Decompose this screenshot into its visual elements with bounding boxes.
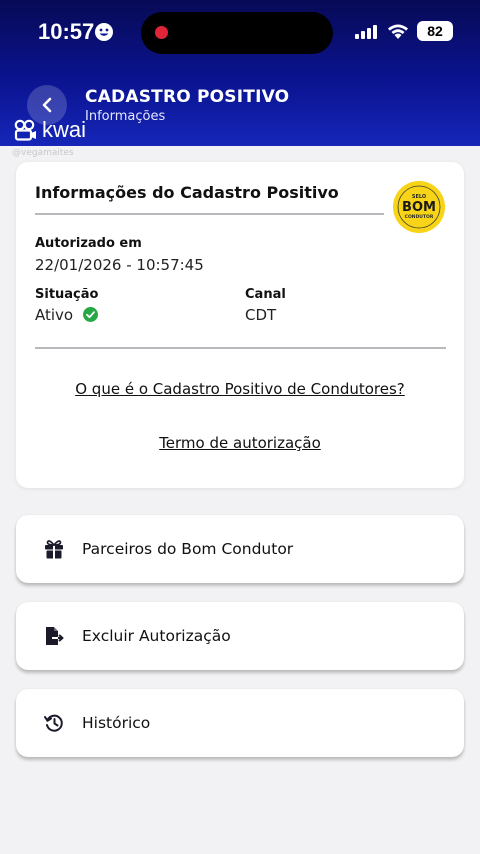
status-time: 10:57 (38, 19, 95, 44)
history-icon (42, 711, 66, 735)
history-button[interactable]: Histórico (16, 689, 464, 757)
partners-button-label: Parceiros do Bom Condutor (82, 540, 294, 558)
watermark-username: @vegamaites (12, 148, 74, 158)
partners-button[interactable]: Parceiros do Bom Condutor (16, 515, 464, 583)
check-circle-icon (82, 307, 98, 322)
card-title: Informações do Cadastro Positivo (35, 183, 339, 202)
status-value-row: Ativo (35, 306, 98, 324)
cellular-signal-icon (355, 25, 379, 39)
page-title: CADASTRO POSITIVO (85, 87, 290, 107)
chevron-left-icon (42, 97, 52, 113)
cadastro-info-card: Informações do Cadastro Positivo SELO BO… (16, 162, 464, 488)
channel-label: Canal (245, 287, 286, 302)
status-label: Situação (35, 287, 99, 302)
page-subtitle: Informações (85, 109, 166, 124)
authorization-terms-link[interactable]: Termo de autorização (16, 434, 464, 452)
kwai-brand-text: kwai (42, 117, 87, 142)
seal-main-text: BOM (402, 200, 436, 215)
channel-value: CDT (245, 306, 277, 324)
about-cadastro-link[interactable]: O que é o Cadastro Positivo de Condutore… (16, 380, 464, 398)
recording-indicator-icon (155, 26, 168, 39)
status-bar: 10:57 82 (0, 0, 480, 64)
kwai-watermark: kwai (14, 117, 86, 143)
status-value: Ativo (35, 306, 74, 324)
history-button-label: Histórico (82, 714, 151, 732)
authorized-value: 22/01/2026 - 10:57:45 (35, 256, 204, 274)
battery-indicator: 82 (417, 21, 453, 41)
smiley-icon (95, 23, 113, 41)
app-header: 10:57 82 CADASTRO POSITIVO Informações k… (0, 0, 480, 146)
delete-authorization-label: Excluir Autorização (82, 627, 231, 645)
seal-bottom-text: CONDUTOR (405, 214, 434, 220)
section-divider (35, 347, 446, 349)
delete-authorization-button[interactable]: Excluir Autorização (16, 602, 464, 670)
authorized-label: Autorizado em (35, 236, 142, 251)
file-export-icon (42, 624, 66, 648)
gift-icon (42, 537, 66, 561)
title-divider (35, 213, 384, 215)
dynamic-island (141, 12, 333, 54)
kwai-logo-icon (14, 119, 36, 141)
wifi-icon (388, 24, 408, 39)
bom-condutor-seal-icon: SELO BOM CONDUTOR (393, 181, 445, 233)
